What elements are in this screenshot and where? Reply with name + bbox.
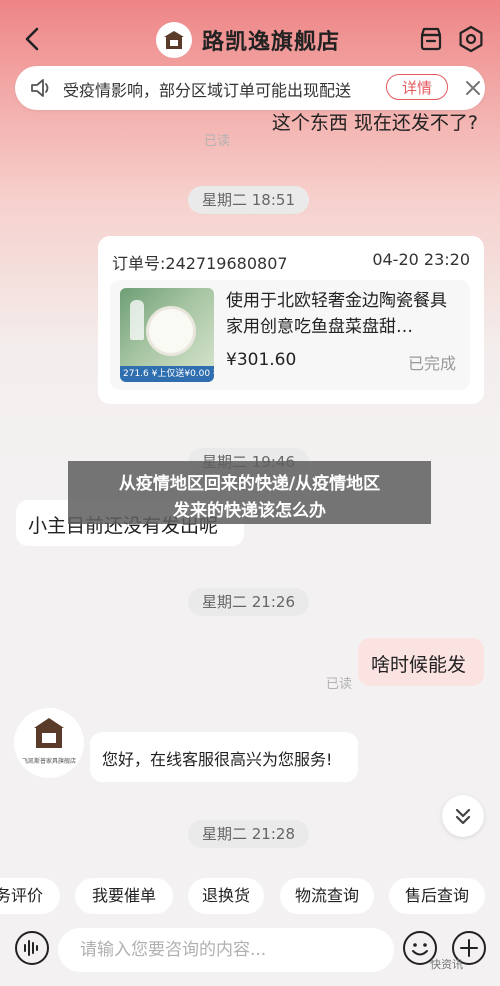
back-arrow-icon[interactable] [18,24,48,54]
quick-reply-after-sales[interactable]: 售后查询 [389,878,485,914]
thumbnail-price-tag: 271.6 ¥上仅送¥0.00 ¥0.00 [120,366,214,382]
outgoing-message-bubble: 啥时候能发 [358,638,484,686]
order-number: 订单号:242719680807 [112,254,288,273]
close-icon[interactable] [463,78,483,98]
outgoing-message-text: 这个东西 现在还发不了? [271,112,478,134]
avatar-caption: 飞凯斯普家具旗舰店 [21,758,76,765]
product-title: 使用于北欧轻奢金边陶瓷餐具家用创意吃鱼盘菜盘甜… [226,291,447,337]
article-title-overlay: 从疫情地区回来的快递/从疫情地区 发来的快递该怎么办 [68,461,431,524]
message-input[interactable]: 请输入您要咨询的内容... [58,928,394,972]
timestamp: 星期二 21:26 [188,588,309,616]
quick-reply-logistics[interactable]: 物流查询 [280,878,374,914]
product-thumbnail[interactable]: 271.6 ¥上仅送¥0.00 ¥0.00 [120,288,214,382]
quick-reply-service-review[interactable]: 务评价 [0,878,60,914]
order-status: 已完成 [407,354,456,373]
read-status: 已读 [204,134,231,149]
order-time: 04-20 23:20 [372,250,470,269]
store-logo[interactable] [156,22,192,58]
incoming-message-bubble: 您好，在线客服很高兴为您服务! [90,732,358,782]
store-avatar-icon [34,718,64,748]
shop-icon[interactable] [416,24,446,54]
store-logo-icon [164,31,184,49]
store-avatar[interactable]: 飞凯斯普家具旗舰店 [14,708,84,778]
overlay-title-line1: 从疫情地区回来的快递/从疫情地区 [118,474,381,494]
order-card[interactable]: 订单号:242719680807 04-20 23:20 271.6 ¥上仅送¥… [98,236,484,404]
quick-reply-urge-order[interactable]: 我要催单 [75,878,173,914]
timestamp: 星期二 18:51 [188,186,309,214]
voice-icon[interactable] [14,930,50,966]
incoming-message-text: 您好，在线客服很高兴为您服务! [102,750,333,769]
outgoing-message-text: 啥时候能发 [371,654,467,676]
product-image-cup [130,300,144,340]
notice-detail-button[interactable]: 详情 [386,74,448,100]
timestamp: 星期二 21:28 [188,820,309,848]
overlay-title-line2: 发来的快递该怎么办 [173,501,326,521]
notice-text: 受疫情影响，部分区域订单可能出现配送 [63,81,352,100]
store-name[interactable]: 路凯逸旗舰店 [202,24,340,56]
epidemic-notice-banner: 受疫情影响，部分区域订单可能出现配送 详情 [15,66,485,110]
read-status: 已读 [326,677,353,692]
speaker-icon [31,79,49,97]
watermark: 快资讯 [430,958,463,971]
quick-reply-return-exchange[interactable]: 退换货 [188,878,264,914]
scroll-to-bottom-button[interactable] [442,795,484,837]
settings-hexagon-icon[interactable] [456,24,486,54]
order-product[interactable]: 271.6 ¥上仅送¥0.00 ¥0.00 使用于北欧轻奢金边陶瓷餐具家用创意吃… [110,280,470,390]
product-price: ¥301.60 [226,350,297,370]
product-image-plate [146,306,196,356]
double-chevron-down-icon [455,808,471,825]
